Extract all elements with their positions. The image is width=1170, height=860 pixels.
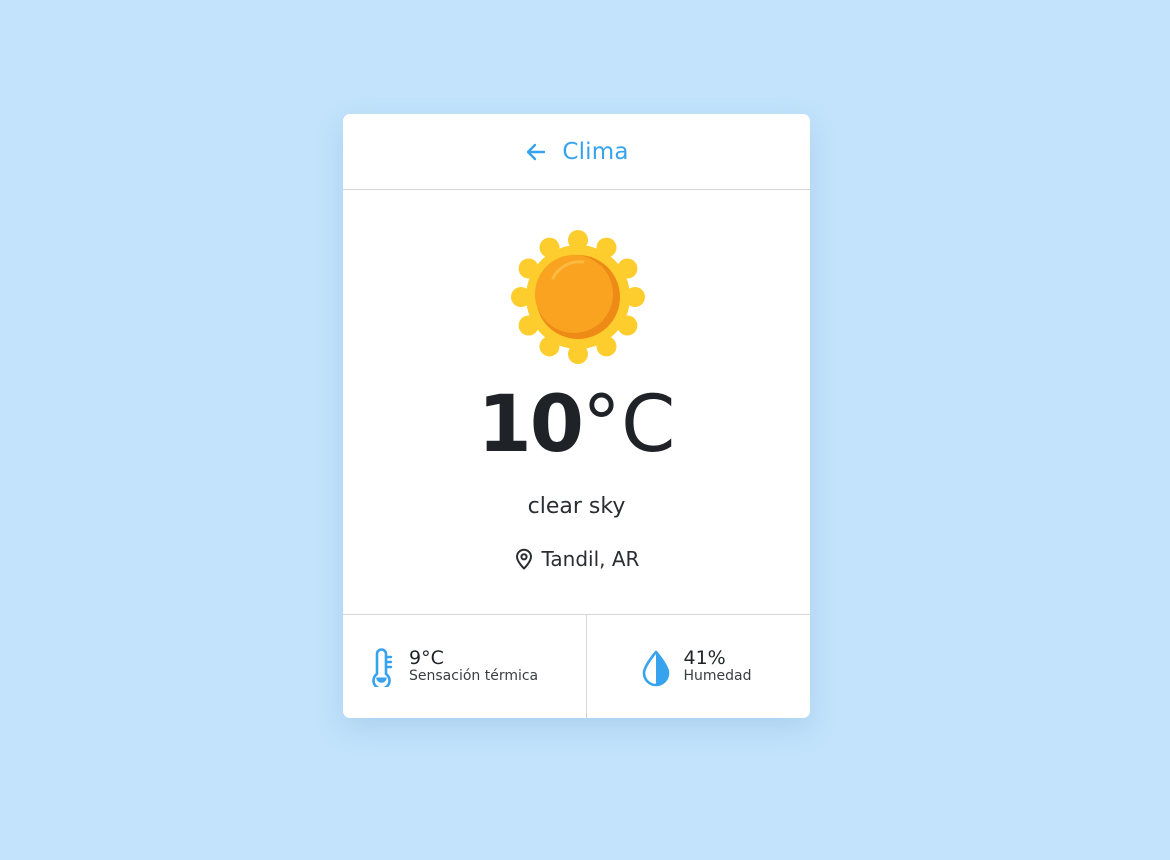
page-title: Clima [562, 138, 629, 165]
humidity-label: Humedad [683, 668, 752, 685]
arrow-left-icon [527, 143, 546, 160]
weather-description: clear sky [527, 494, 626, 519]
back-button[interactable]: Clima [524, 139, 628, 165]
card-header: Clima [343, 114, 810, 190]
location-pin-icon [515, 548, 532, 570]
feels-like-value: 9°C [409, 647, 444, 670]
humidity-value: 41% [683, 647, 726, 670]
current-weather: 10°C clear sky Tandil, AR [343, 190, 810, 615]
temperature-unit: °C [582, 380, 676, 470]
temperature-number: 10 [477, 380, 584, 470]
feels-like-stat: 9°C Sensación térmica [343, 615, 586, 718]
water-drop-icon [643, 650, 670, 686]
thermometer-icon [372, 647, 393, 687]
temperature-value: 10°C [343, 386, 810, 464]
sun-icon [511, 230, 645, 364]
weather-card: Clima 10°C clear sky Tandil, AR 9°C Sens… [343, 114, 810, 718]
location-name: Tandil, AR [541, 547, 640, 571]
weather-details: 9°C Sensación térmica 41% Humedad [343, 615, 810, 718]
location: Tandil, AR [343, 547, 810, 571]
feels-like-label: Sensación térmica [409, 668, 539, 685]
humidity-stat: 41% Humedad [586, 615, 810, 718]
